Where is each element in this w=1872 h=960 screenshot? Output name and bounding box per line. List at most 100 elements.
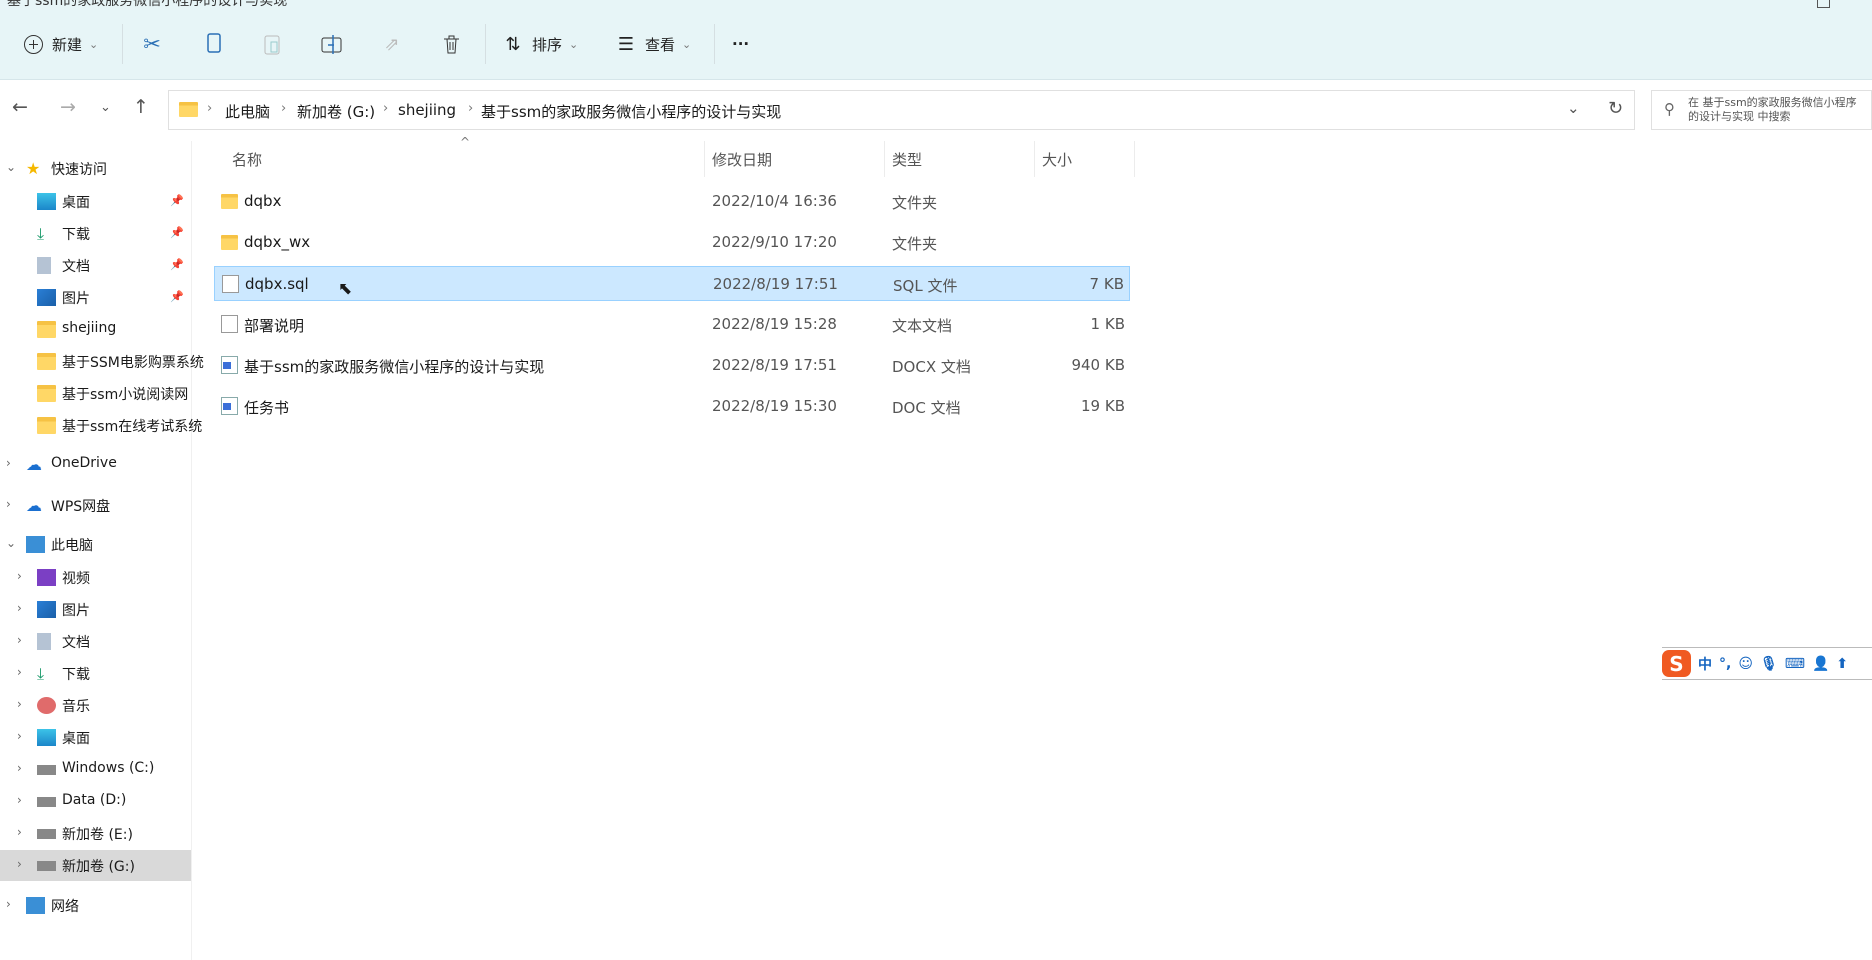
column-divider[interactable] [704,141,705,177]
column-header-size[interactable]: 大小 [1042,149,1072,170]
refresh-icon[interactable]: ↻ [1608,98,1623,119]
sidebar-item-label: 网络 [51,899,79,916]
sidebar-item-label: 基于ssm在线考试系统 [62,419,203,436]
column-divider[interactable] [1134,141,1135,177]
column-header-type[interactable]: 类型 [892,149,922,170]
rename-button[interactable] [320,26,344,62]
collapsed-chevron-icon[interactable]: › [6,497,11,511]
restore-icon[interactable] [1817,0,1830,8]
ime-punctuation[interactable]: °, [1719,656,1731,672]
ime-language[interactable]: 中 [1698,654,1712,674]
sidebar-item-quick[interactable]: 文档 📌 [0,250,191,281]
file-row[interactable]: 基于ssm的家政服务微信小程序的设计与实现 2022/8/19 17:51 DO… [214,348,1130,383]
sidebar-item-pc[interactable]: › 图片 [0,594,191,625]
breadcrumb-item[interactable]: 此电脑 [225,101,270,122]
breadcrumb-item[interactable]: 新加卷 (G:) [297,101,375,122]
collapsed-chevron-icon[interactable]: › [17,793,22,807]
expanded-chevron-icon[interactable]: ⌄ [6,160,16,174]
sidebar-item-quick[interactable]: 基于SSM电影购票系统 [0,346,204,377]
forward-icon[interactable]: → [60,96,76,118]
pin-icon[interactable]: 📌 [170,290,184,303]
address-bar[interactable]: › 此电脑 › 新加卷 (G:) › shejiing › 基于ssm的家政服务… [168,90,1635,130]
collapsed-chevron-icon[interactable]: › [17,633,22,647]
sidebar-item-quick[interactable]: ⤓ 下载 📌 [0,218,191,249]
recent-chevron-icon[interactable]: ⌄ [100,100,111,115]
star-icon: ★ [26,159,41,179]
collapsed-chevron-icon[interactable]: › [6,456,11,470]
sidebar-item-pc[interactable]: › ⤓ 下载 [0,658,191,689]
new-label: 新建 [52,35,83,54]
sidebar-item-this-pc[interactable]: ⌄ 此电脑 [0,529,191,560]
sidebar-item-pc[interactable]: › 新加卷 (G:) [0,849,191,881]
sidebar-item-pc[interactable]: › Windows (C:) [0,754,191,785]
sidebar-item-quick[interactable]: shejiing [0,314,191,345]
new-button[interactable]: 新建 ⌄ [21,26,98,62]
pin-icon[interactable]: 📌 [170,226,184,239]
expanded-chevron-icon[interactable]: ⌄ [6,536,16,550]
share-button[interactable]: ⇗ [380,26,404,62]
sidebar-item-onedrive[interactable]: › ☁ OneDrive [0,449,191,480]
collapsed-chevron-icon[interactable]: › [17,729,22,743]
sidebar-item-pc[interactable]: › Data (D:) [0,786,191,817]
keyboard-icon[interactable]: ⌨ [1785,656,1805,672]
more-icon: ··· [732,35,750,53]
column-divider[interactable] [1034,141,1035,177]
cut-button[interactable]: ✂ [140,26,164,62]
sidebar-item-pc[interactable]: › 新加卷 (E:) [0,818,191,849]
pin-icon[interactable]: 📌 [170,258,184,271]
sidebar-item-pc[interactable]: › 音乐 [0,690,191,721]
collapsed-chevron-icon[interactable]: › [17,601,22,615]
user-icon[interactable]: 👤 [1812,656,1829,672]
pin-icon[interactable]: 📌 [170,194,184,207]
view-button[interactable]: ☰ 查看 ⌄ [614,26,691,62]
column-header-name[interactable]: 名称 [232,149,262,170]
sidebar-item-pc[interactable]: › 桌面 [0,722,191,753]
sidebar-item-wps[interactable]: › ☁ WPS网盘 [0,490,191,521]
collapsed-chevron-icon[interactable]: › [17,665,22,679]
ime-toolbar[interactable]: S 中 °, ☺ 🎙 ⌨ 👤 ⬆ [1662,647,1872,680]
file-row[interactable]: 部署说明 2022/8/19 15:28 文本文档 1 KB [214,307,1130,342]
copy-button[interactable] [201,26,225,62]
collapsed-chevron-icon[interactable]: › [17,825,22,839]
sidebar-item-network[interactable]: › 网络 [0,890,191,921]
more-button[interactable]: ··· [732,26,749,62]
collapsed-chevron-icon[interactable]: › [17,761,22,775]
collapsed-chevron-icon[interactable]: › [17,697,22,711]
sidebar-item-quick[interactable]: 桌面 📌 [0,186,191,217]
collapsed-chevron-icon[interactable]: › [17,857,22,871]
back-icon[interactable]: ← [12,96,28,118]
breadcrumb-item[interactable]: shejiing [398,101,456,119]
sidebar-item-quick[interactable]: 图片 📌 [0,282,191,313]
sort-ascending-icon: ^ [460,135,471,149]
file-type: DOCX 文档 [892,358,971,377]
sidebar-item-label: 快速访问 [51,162,107,179]
sidebar-item-pc[interactable]: › 文档 [0,626,191,657]
sort-button[interactable]: ⇅ 排序 ⌄ [501,26,578,62]
search-input[interactable]: ⚲ 在 基于ssm的家政服务微信小程序的设计与实现 中搜索 [1651,90,1872,130]
up-icon[interactable]: ↑ [133,96,149,118]
column-divider[interactable] [884,141,885,177]
folder-icon [179,102,198,117]
paste-button[interactable] [260,26,284,62]
sidebar-item-quick[interactable]: 基于ssm小说阅读网 [0,378,191,409]
file-row[interactable]: dqbx_wx 2022/9/10 17:20 文件夹 [214,225,1130,260]
sidebar-item-pc[interactable]: › 视频 [0,562,191,593]
file-row[interactable]: 任务书 2022/8/19 15:30 DOC 文档 19 KB [214,389,1130,424]
collapsed-chevron-icon[interactable]: › [6,897,11,911]
chevron-right-icon: › [281,101,287,116]
column-header-date[interactable]: 修改日期 [712,149,772,170]
microphone-icon[interactable]: 🎙 [1760,656,1778,672]
search-placeholder: 在 基于ssm的家政服务微信小程序的设计与实现 中搜索 [1688,96,1857,123]
file-row[interactable]: dqbx 2022/10/4 16:36 文件夹 [214,184,1130,219]
arrow-up-icon[interactable]: ⬆ [1836,656,1848,672]
address-dropdown-icon[interactable]: ⌄ [1567,99,1580,117]
divider [485,24,486,64]
sidebar-item-quick-access[interactable]: ⌄ ★ 快速访问 [0,153,191,184]
breadcrumb-item[interactable]: 基于ssm的家政服务微信小程序的设计与实现 [481,101,781,122]
collapsed-chevron-icon[interactable]: › [17,569,22,583]
desktop-icon [37,192,56,210]
sidebar-item-quick[interactable]: 基于ssm在线考试系统 [0,410,202,441]
delete-button[interactable] [439,26,463,62]
chevron-down-icon: ⌄ [682,37,692,51]
emoji-icon[interactable]: ☺ [1738,656,1753,672]
